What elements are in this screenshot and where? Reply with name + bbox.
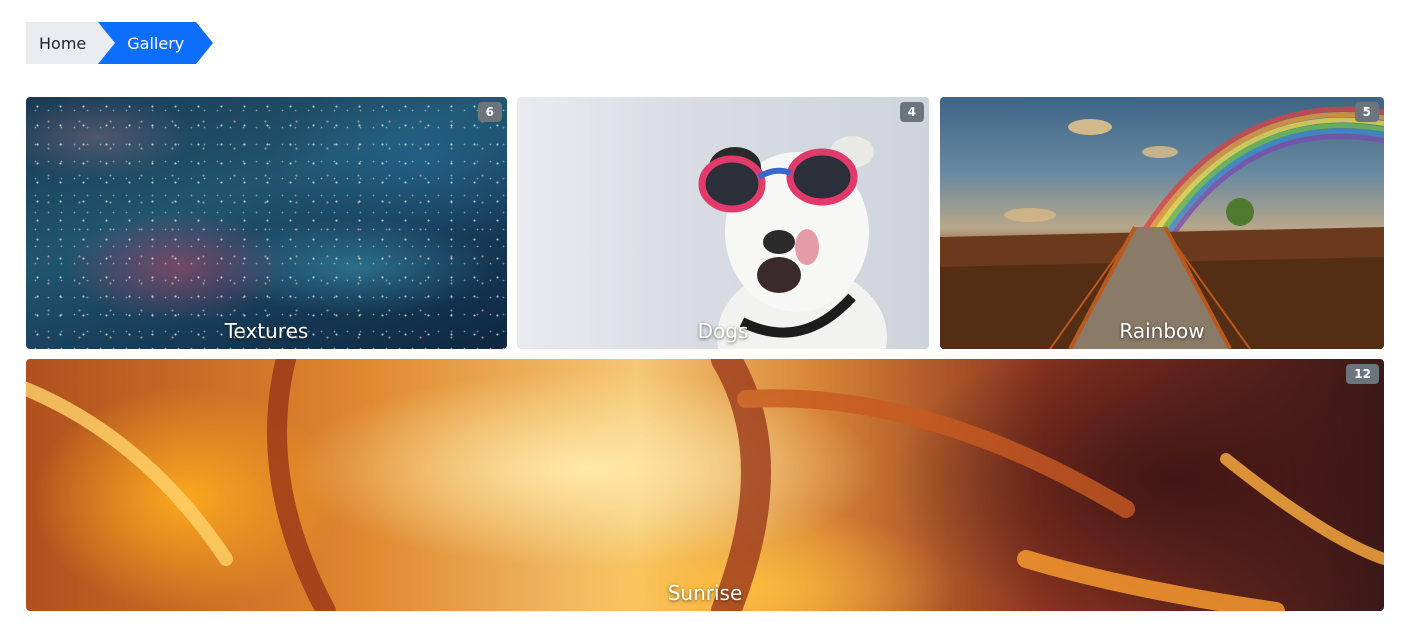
photo-count-badge: 5 — [1354, 102, 1379, 122]
dog-illustration — [698, 136, 887, 349]
tile-label: Dogs — [697, 319, 749, 343]
photo-count-badge: 12 — [1346, 364, 1379, 384]
gallery-tile-dogs[interactable]: 4 Dogs — [517, 97, 929, 349]
gallery-tile-textures[interactable]: 6 Textures — [26, 97, 507, 349]
tile-label: Sunrise — [667, 581, 743, 605]
gallery-tile-sunrise[interactable]: 12 Sunrise — [26, 359, 1384, 611]
sunrise-illustration — [26, 359, 1384, 611]
gallery-tile-rainbow[interactable]: 5 Rainbow — [940, 97, 1384, 349]
photo-count-badge: 6 — [477, 102, 502, 122]
photo-count-badge: 4 — [899, 102, 924, 122]
rainbow-illustration — [940, 106, 1384, 349]
textures-image-stars — [26, 97, 507, 349]
breadcrumb-home-link[interactable]: Home — [26, 22, 116, 64]
tile-label: Textures — [224, 319, 309, 343]
tile-label: Rainbow — [1119, 319, 1205, 343]
breadcrumb: Home Gallery — [26, 22, 214, 64]
